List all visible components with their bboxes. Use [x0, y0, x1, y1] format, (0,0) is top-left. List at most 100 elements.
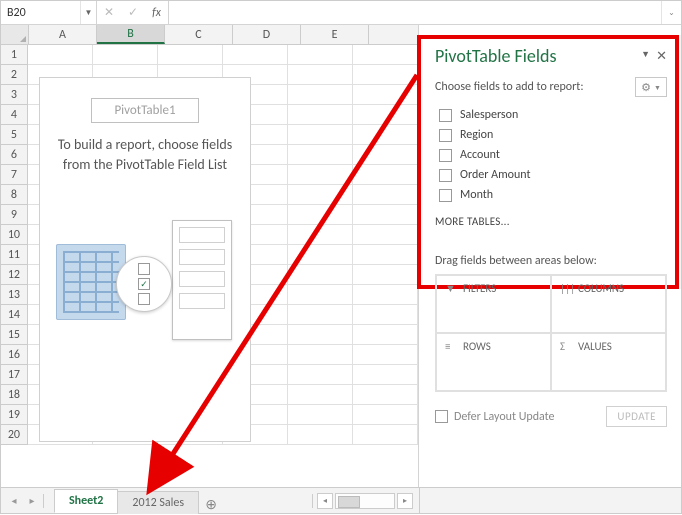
- row-header[interactable]: 19: [1, 405, 28, 425]
- cell[interactable]: [288, 85, 353, 105]
- cell[interactable]: [353, 385, 418, 405]
- cell[interactable]: [353, 425, 418, 445]
- cell[interactable]: [353, 185, 418, 205]
- cell[interactable]: [288, 285, 353, 305]
- formula-input[interactable]: [169, 1, 661, 24]
- cell[interactable]: [288, 365, 353, 385]
- select-all-button[interactable]: [1, 25, 29, 44]
- cell[interactable]: [353, 345, 418, 365]
- close-icon[interactable]: ✕: [656, 49, 667, 64]
- row-header[interactable]: 11: [1, 245, 28, 265]
- tab-scroll-right-icon[interactable]: ▸: [23, 488, 41, 513]
- values-area[interactable]: ΣVALUES: [551, 333, 666, 391]
- cell[interactable]: [353, 305, 418, 325]
- cell[interactable]: [353, 405, 418, 425]
- row-header[interactable]: 18: [1, 385, 28, 405]
- cell[interactable]: [223, 45, 288, 65]
- taskpane-options-icon[interactable]: ▼: [641, 49, 650, 64]
- cell[interactable]: [353, 225, 418, 245]
- cell[interactable]: [288, 185, 353, 205]
- cell[interactable]: [353, 325, 418, 345]
- sheet-tab[interactable]: Sheet2: [54, 489, 118, 513]
- cell[interactable]: [288, 165, 353, 185]
- cell[interactable]: [353, 45, 418, 65]
- field-item[interactable]: Account: [435, 145, 667, 165]
- pivottable-placeholder[interactable]: PivotTable1 To build a report, choose fi…: [39, 77, 251, 442]
- cell[interactable]: [288, 65, 353, 85]
- cell[interactable]: [353, 205, 418, 225]
- cell[interactable]: [353, 365, 418, 385]
- cell[interactable]: [288, 225, 353, 245]
- column-header[interactable]: A: [29, 25, 97, 44]
- cell[interactable]: [288, 385, 353, 405]
- scroll-right-icon[interactable]: ▸: [397, 493, 413, 509]
- row-header[interactable]: 14: [1, 305, 28, 325]
- column-header[interactable]: E: [301, 25, 369, 44]
- worksheet-grid[interactable]: A B C D E 123456789101112131415161718192…: [1, 25, 419, 487]
- horizontal-scrollbar[interactable]: ◂ ▸: [224, 488, 419, 513]
- row-header[interactable]: 10: [1, 225, 28, 245]
- columns-area[interactable]: |||COLUMNS: [551, 275, 666, 333]
- cell[interactable]: [288, 325, 353, 345]
- row-header[interactable]: 3: [1, 85, 28, 105]
- field-item[interactable]: Month: [435, 185, 667, 205]
- row-header[interactable]: 8: [1, 185, 28, 205]
- cell[interactable]: [288, 345, 353, 365]
- field-list-options-button[interactable]: ⚙ ▼: [635, 77, 667, 97]
- column-header[interactable]: D: [233, 25, 301, 44]
- cell[interactable]: [288, 265, 353, 285]
- cell[interactable]: [353, 285, 418, 305]
- insert-function-button[interactable]: fx: [145, 1, 169, 24]
- row-header[interactable]: 16: [1, 345, 28, 365]
- cell[interactable]: [353, 125, 418, 145]
- cell[interactable]: [28, 45, 93, 65]
- column-header[interactable]: C: [165, 25, 233, 44]
- row-header[interactable]: 4: [1, 105, 28, 125]
- checkbox[interactable]: [435, 410, 448, 423]
- checkbox[interactable]: [439, 149, 452, 162]
- sheet-tab[interactable]: 2012 Sales: [117, 491, 199, 514]
- row-header[interactable]: 15: [1, 325, 28, 345]
- cell[interactable]: [288, 425, 353, 445]
- row-header[interactable]: 5: [1, 125, 28, 145]
- cell[interactable]: [288, 145, 353, 165]
- cell[interactable]: [93, 45, 158, 65]
- cell[interactable]: [353, 265, 418, 285]
- expand-formula-bar-icon[interactable]: ⌄: [661, 1, 681, 24]
- cell[interactable]: [353, 65, 418, 85]
- name-box[interactable]: B20 ▼: [1, 1, 97, 24]
- cell[interactable]: [353, 165, 418, 185]
- checkbox[interactable]: [439, 169, 452, 182]
- scroll-track[interactable]: [335, 493, 395, 509]
- cell[interactable]: [288, 305, 353, 325]
- checkbox[interactable]: [439, 109, 452, 122]
- cell[interactable]: [288, 45, 353, 65]
- filters-area[interactable]: ▼FILTERS: [436, 275, 551, 333]
- more-tables-link[interactable]: MORE TABLES...: [435, 215, 667, 228]
- row-header[interactable]: 12: [1, 265, 28, 285]
- field-item[interactable]: Salesperson: [435, 105, 667, 125]
- cell[interactable]: [288, 245, 353, 265]
- name-box-dropdown-icon[interactable]: ▼: [80, 1, 96, 24]
- row-header[interactable]: 2: [1, 65, 28, 85]
- cell[interactable]: [288, 105, 353, 125]
- scroll-left-icon[interactable]: ◂: [317, 493, 333, 509]
- cell[interactable]: [353, 85, 418, 105]
- field-item[interactable]: Region: [435, 125, 667, 145]
- cell[interactable]: [353, 105, 418, 125]
- new-sheet-button[interactable]: ⊕: [198, 496, 224, 513]
- cell[interactable]: [353, 145, 418, 165]
- row-header[interactable]: 7: [1, 165, 28, 185]
- defer-layout-checkbox[interactable]: Defer Layout Update: [435, 410, 555, 424]
- cell[interactable]: [288, 205, 353, 225]
- row-header[interactable]: 20: [1, 425, 28, 445]
- row-header[interactable]: 13: [1, 285, 28, 305]
- cell[interactable]: [288, 125, 353, 145]
- row-header[interactable]: 17: [1, 365, 28, 385]
- field-item[interactable]: Order Amount: [435, 165, 667, 185]
- row-header[interactable]: 1: [1, 45, 28, 65]
- row-header[interactable]: 6: [1, 145, 28, 165]
- checkbox[interactable]: [439, 129, 452, 142]
- row-header[interactable]: 9: [1, 205, 28, 225]
- cell[interactable]: [158, 45, 223, 65]
